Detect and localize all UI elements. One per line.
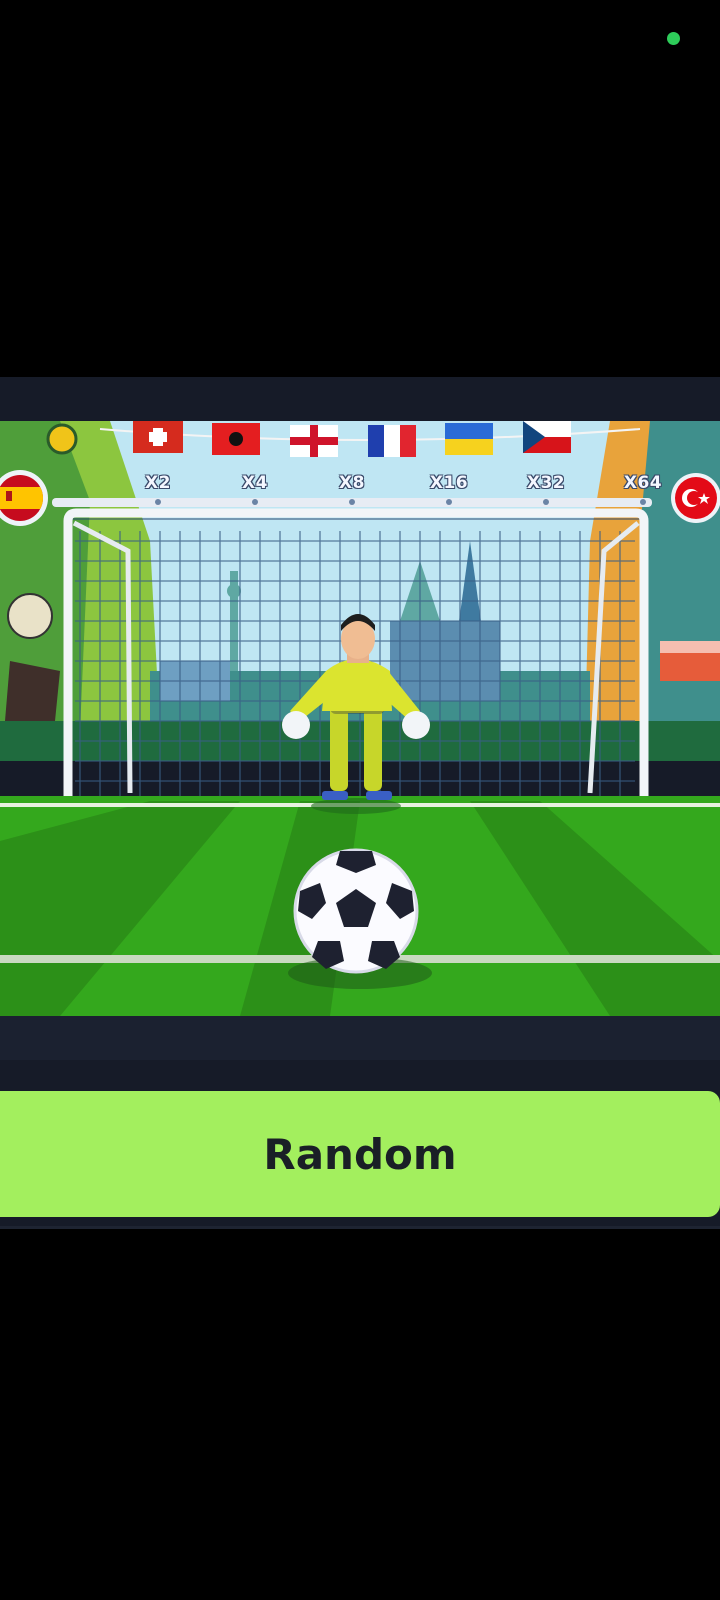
status-indicator-dot [667, 32, 680, 45]
panel-bottom-edge [0, 1226, 720, 1229]
game-scene[interactable]: X2 X4 X8 X16 X32 X64 [0, 421, 720, 1016]
random-button[interactable]: Random [0, 1091, 720, 1217]
multiplier-x64-label: X64 [623, 473, 663, 493]
multiplier-x8-label: X8 [339, 473, 365, 493]
multiplier-x16-label: X16 [429, 473, 469, 493]
multiplier-progress-track [52, 498, 652, 507]
multiplier-x2-label: X2 [145, 473, 171, 493]
multiplier-x4-label: X4 [242, 473, 268, 493]
random-button-label: Random [263, 1129, 457, 1179]
turkey-flag-icon [671, 473, 720, 523]
panel-divider [0, 1013, 720, 1060]
multiplier-x32-label: X32 [526, 473, 566, 493]
stadium-illustration [0, 421, 720, 1016]
